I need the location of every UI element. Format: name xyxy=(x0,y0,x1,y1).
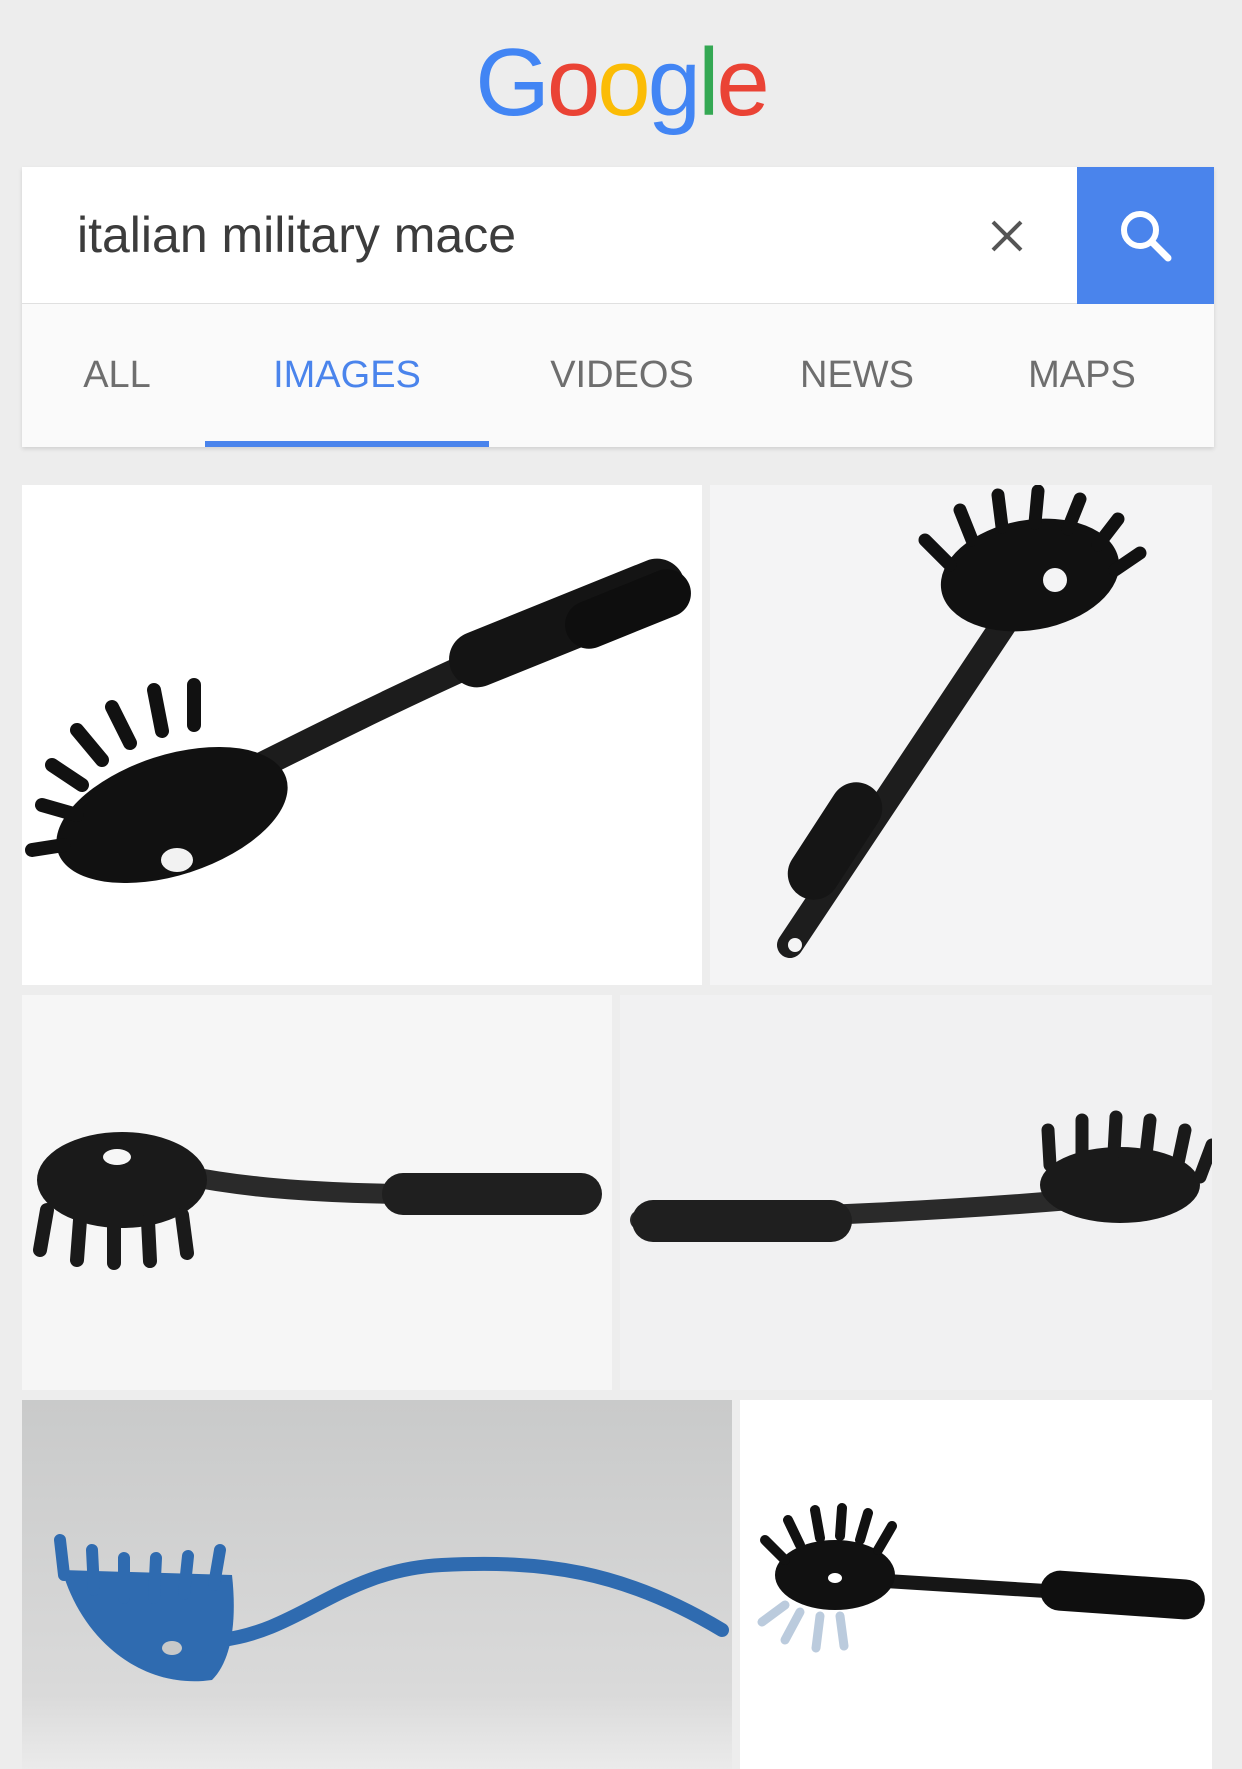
pasta-server-image xyxy=(25,558,691,884)
tab-videos[interactable]: VIDEOS xyxy=(512,304,732,447)
search-icon xyxy=(1120,210,1171,261)
clear-button[interactable] xyxy=(972,201,1042,271)
image-result[interactable] xyxy=(710,485,1212,985)
logo-letter: g xyxy=(647,28,701,136)
search-button[interactable] xyxy=(1077,167,1214,304)
logo-letter: e xyxy=(716,28,769,136)
logo-letter: G xyxy=(475,28,550,136)
pasta-server-image xyxy=(777,485,1147,958)
search-card: italian military mace ALL IMAGES VIDEOS … xyxy=(22,167,1214,447)
search-input[interactable]: italian military mace xyxy=(77,197,516,273)
image-result[interactable] xyxy=(22,995,612,1390)
image-result[interactable] xyxy=(22,1400,732,1769)
pasta-server-image xyxy=(22,1400,732,1769)
image-result[interactable] xyxy=(22,485,702,985)
logo-letter: o xyxy=(597,28,650,136)
google-logo: G o o g l e xyxy=(0,0,1242,165)
tab-maps[interactable]: MAPS xyxy=(982,304,1182,447)
active-tab-indicator xyxy=(205,441,489,447)
close-icon xyxy=(991,220,1023,252)
pasta-server-image xyxy=(33,1132,602,1270)
pasta-server-image xyxy=(757,1503,1205,1653)
tab-news[interactable]: NEWS xyxy=(757,304,957,447)
tab-all[interactable]: ALL xyxy=(52,304,182,447)
search-tabs: ALL IMAGES VIDEOS NEWS MAPS xyxy=(22,304,1214,447)
logo-letter: o xyxy=(546,28,600,136)
image-result[interactable] xyxy=(620,995,1212,1390)
logo-letter: l xyxy=(698,28,719,136)
image-result[interactable] xyxy=(740,1400,1212,1769)
pasta-server-image xyxy=(630,1110,1212,1242)
search-bar: italian military mace xyxy=(22,167,1214,304)
tab-images[interactable]: IMAGES xyxy=(205,304,489,447)
